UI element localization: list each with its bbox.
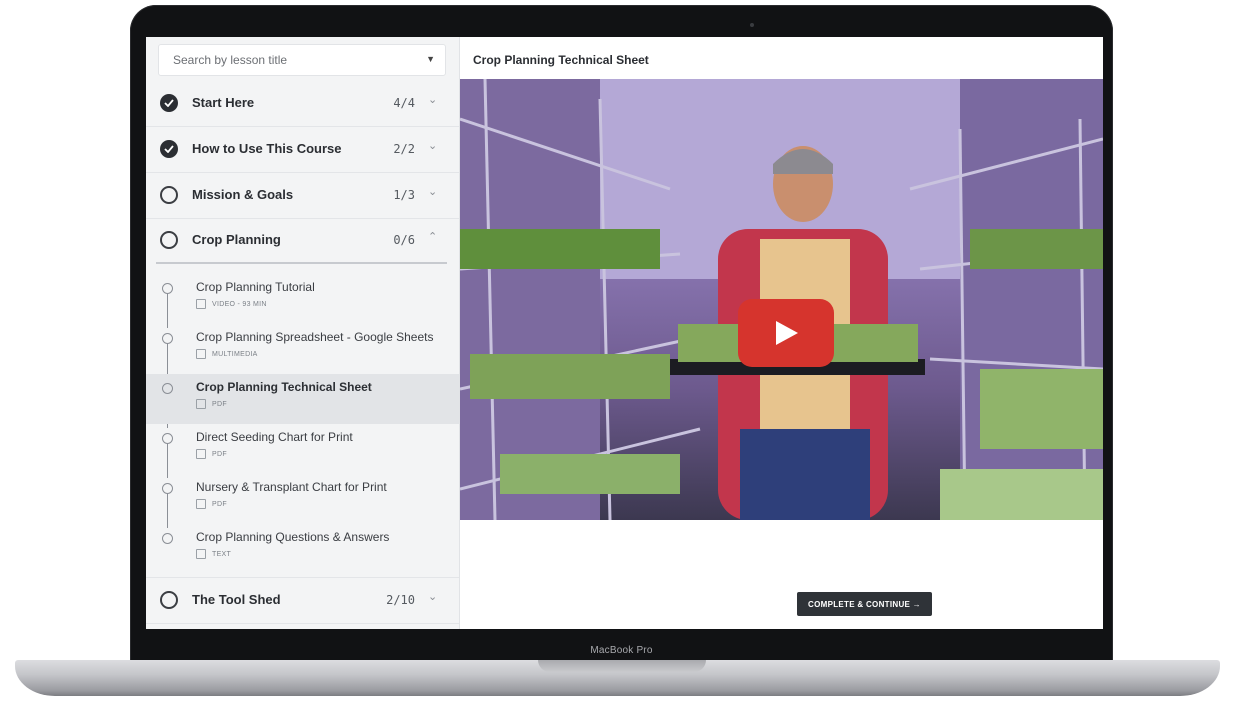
section-divider (156, 262, 447, 264)
camera-icon (750, 23, 754, 27)
chevron-down-icon[interactable]: ⌄ (428, 139, 437, 152)
lesson-title: Crop Planning Questions & Answers (196, 530, 390, 544)
screen: ▼ Start Here 4/4 ⌄ How to Use This Cours… (146, 37, 1103, 629)
lesson-item[interactable]: Crop Planning Spreadsheet - Google Sheet… (146, 324, 459, 374)
pdf-icon (196, 399, 206, 409)
lesson-status-icon (162, 433, 173, 444)
lesson-search[interactable]: ▼ (158, 44, 446, 76)
chevron-down-icon[interactable]: ⌄ (428, 590, 437, 603)
section-title: Mission & Goals (192, 187, 294, 202)
video-icon (196, 299, 206, 309)
section-title: Start Here (192, 95, 255, 110)
pdf-icon (196, 499, 206, 509)
lesson-meta: PDF (212, 500, 227, 508)
section-title: The Tool Shed (192, 592, 281, 607)
lesson-title: Crop Planning Tutorial (196, 280, 315, 294)
lesson-status-icon (162, 383, 173, 394)
laptop-notch (538, 660, 706, 672)
pdf-icon (196, 449, 206, 459)
section-progress: 0/6 (393, 233, 415, 247)
course-sidebar: ▼ Start Here 4/4 ⌄ How to Use This Cours… (146, 37, 460, 629)
section-crop-planning[interactable]: Crop Planning 0/6 ⌃ (146, 218, 459, 263)
lesson-title: Direct Seeding Chart for Print (196, 430, 353, 444)
section-title: Crop Planning (192, 232, 281, 247)
chevron-down-icon[interactable]: ⌄ (428, 93, 437, 106)
empty-circle-icon (160, 186, 178, 204)
lesson-meta: MULTIMEDIA (212, 350, 258, 358)
lesson-item[interactable]: Crop Planning Tutorial VIDEO - 93 MIN (146, 274, 459, 324)
lesson-header: Crop Planning Technical Sheet (460, 37, 1103, 79)
multimedia-icon (196, 349, 206, 359)
chevron-down-icon[interactable]: ⌄ (428, 185, 437, 198)
dropdown-caret-icon[interactable]: ▼ (426, 54, 435, 64)
lesson-status-icon (162, 283, 173, 294)
video-player[interactable] (460, 79, 1103, 520)
text-icon (196, 549, 206, 559)
lesson-meta: TEXT (212, 550, 232, 558)
lesson-heading: Crop Planning Technical Sheet (473, 53, 649, 67)
play-icon[interactable] (738, 299, 834, 367)
section-start-here[interactable]: Start Here 4/4 ⌄ (146, 81, 459, 127)
lesson-item[interactable]: Crop Planning Questions & Answers TEXT (146, 524, 459, 574)
lesson-status-icon (162, 483, 173, 494)
lesson-meta: PDF (212, 400, 227, 408)
lesson-item-active[interactable]: Crop Planning Technical Sheet PDF (146, 374, 459, 424)
lesson-status-icon (162, 333, 173, 344)
section-mission-goals[interactable]: Mission & Goals 1/3 ⌄ (146, 173, 459, 219)
chevron-up-icon[interactable]: ⌃ (428, 230, 437, 243)
lesson-item[interactable]: Nursery & Transplant Chart for Print PDF (146, 474, 459, 524)
empty-circle-icon (160, 231, 178, 249)
complete-continue-button[interactable]: COMPLETE & CONTINUE → (797, 592, 932, 616)
check-circle-icon (160, 94, 178, 112)
check-circle-icon (160, 140, 178, 158)
lesson-item[interactable]: Direct Seeding Chart for Print PDF (146, 424, 459, 474)
empty-circle-icon (160, 591, 178, 609)
section-progress: 2/2 (393, 142, 415, 156)
lesson-content: Crop Planning Technical Sheet COMPLETE &… (460, 37, 1103, 629)
section-title: How to Use This Course (192, 141, 342, 156)
section-progress: 4/4 (393, 96, 415, 110)
lesson-title: Crop Planning Spreadsheet - Google Sheet… (196, 330, 434, 344)
lesson-title: Crop Planning Technical Sheet (196, 380, 372, 394)
lesson-title: Nursery & Transplant Chart for Print (196, 480, 387, 494)
section-tool-shed[interactable]: The Tool Shed 2/10 ⌄ (146, 577, 459, 624)
section-progress: 2/10 (386, 593, 415, 607)
section-progress: 1/3 (393, 188, 415, 202)
lesson-meta: PDF (212, 450, 227, 458)
device-label: MacBook Pro (590, 645, 653, 656)
section-how-to-use[interactable]: How to Use This Course 2/2 ⌄ (146, 127, 459, 173)
search-input[interactable] (159, 45, 413, 75)
lesson-meta: VIDEO - 93 MIN (212, 300, 267, 308)
lesson-status-icon (162, 533, 173, 544)
